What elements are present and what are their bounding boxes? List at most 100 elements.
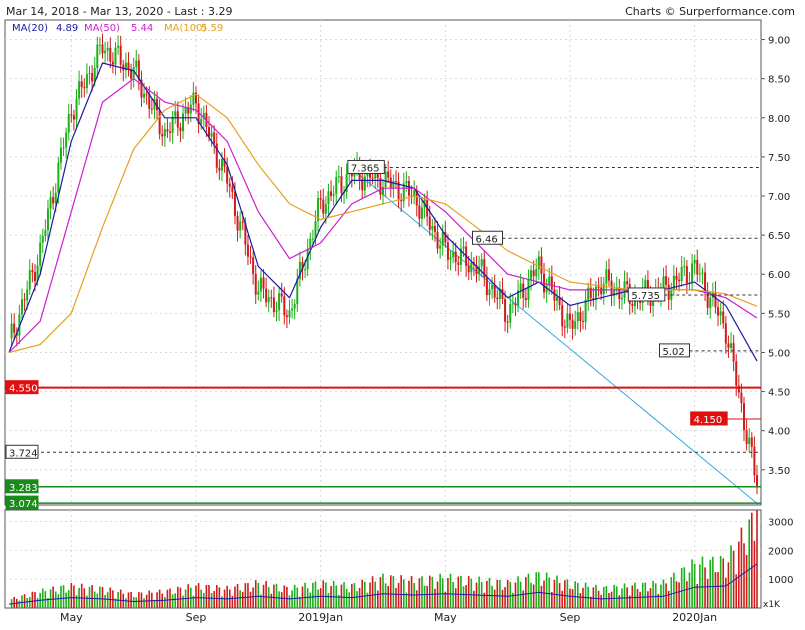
annotation-label: 5.735: [631, 291, 660, 302]
volume-bar: [273, 584, 275, 608]
volume-bar: [636, 588, 639, 608]
candle-body: [530, 270, 533, 280]
volume-bar: [231, 595, 234, 608]
candle-body: [436, 232, 439, 249]
volume-bar: [545, 572, 548, 608]
volume-bar: [462, 586, 465, 608]
candle-body: [143, 93, 146, 98]
candle-body: [311, 238, 314, 240]
candle-body: [535, 269, 538, 277]
candle-body: [293, 304, 296, 309]
candle-body: [163, 129, 166, 137]
volume-bar: [366, 592, 369, 608]
candle-body: [322, 199, 325, 214]
volume-bar: [460, 575, 462, 608]
legend-ma100-value: 5.59: [201, 23, 223, 34]
candle-body: [210, 132, 213, 137]
volume-bar: [610, 591, 613, 608]
time-label: 2020Jan: [672, 611, 717, 624]
candle-body: [446, 242, 449, 260]
candle-body: [46, 208, 49, 231]
volume-bar: [402, 579, 405, 608]
volume-bar: [441, 578, 444, 608]
candle-body: [171, 116, 174, 133]
candle-body: [691, 263, 694, 283]
volume-bar: [447, 577, 449, 608]
volume-bar: [418, 578, 421, 608]
candle-body: [265, 288, 268, 303]
volume-bar: [436, 581, 439, 608]
volume-bar: [756, 510, 758, 608]
candle-body: [576, 312, 579, 322]
candle-body: [756, 475, 758, 487]
candle-body: [59, 147, 62, 163]
candle-body: [20, 299, 23, 315]
volume-bar: [467, 576, 470, 608]
volume-bar: [345, 588, 348, 608]
volume-bar: [309, 592, 312, 608]
time-label: 2019Jan: [298, 611, 343, 624]
volume-bar: [478, 576, 480, 608]
candle-body: [252, 257, 255, 274]
candle-body: [192, 92, 195, 105]
candle-body: [85, 74, 88, 89]
legend: MA(20) 4.89 MA(50) 5.44 MA(100) 5.59: [12, 23, 223, 34]
candle-body: [285, 315, 288, 318]
volume-bar: [667, 590, 670, 608]
volume-bar: [234, 586, 236, 608]
candle-body: [678, 279, 681, 281]
chart-credit: Charts © Surperformance.com: [625, 5, 795, 18]
candle-body: [584, 299, 587, 322]
volume-bar: [361, 579, 364, 608]
candle-body: [246, 244, 249, 257]
volume-bar: [210, 592, 213, 608]
volume-bar: [719, 556, 722, 608]
volume-bar: [213, 591, 215, 608]
candle-body: [33, 272, 36, 282]
volume-bar: [709, 559, 712, 608]
volume-bar: [148, 590, 151, 608]
candle-body: [371, 177, 374, 179]
candle-body: [200, 118, 203, 125]
grid: [4, 19, 762, 609]
candle-body: [288, 310, 291, 318]
candle-body: [291, 308, 294, 311]
candle-body: [41, 235, 44, 243]
volume-bar: [748, 519, 751, 608]
volume-bar: [125, 598, 127, 608]
candle-body: [52, 197, 55, 204]
candle-body: [23, 299, 26, 301]
candle-body: [80, 81, 83, 88]
candle-body: [693, 259, 696, 264]
legend-ma20-label: MA(20): [12, 23, 48, 34]
candle-body: [602, 283, 605, 295]
volume-bar: [140, 592, 143, 608]
volume-bar: [112, 590, 114, 608]
volume-bar: [496, 579, 499, 608]
volume-bar: [693, 563, 696, 608]
volume-bar: [615, 586, 618, 608]
volume-bar: [200, 589, 202, 608]
candle-body: [39, 242, 42, 266]
volume-bar: [179, 587, 182, 608]
volume-bar: [88, 586, 91, 608]
candle-body: [65, 132, 68, 148]
volume-bar: [579, 593, 582, 608]
price-tick-label: 7.50: [768, 153, 790, 164]
candle-body: [101, 44, 104, 54]
annotation-label: 4.150: [694, 415, 723, 426]
candle-body: [581, 320, 584, 322]
volume-bar: [23, 594, 26, 608]
candle-body: [667, 284, 670, 300]
annotation-label: 5.02: [663, 347, 685, 358]
volume-bar: [197, 583, 200, 608]
volume-bar: [543, 580, 545, 608]
candle-body: [54, 192, 57, 204]
volume-bar: [319, 588, 322, 608]
volume-bar: [564, 580, 566, 608]
volume-bar: [353, 582, 356, 608]
candle-body: [49, 197, 52, 209]
volume-bar: [613, 584, 615, 608]
volume-bar: [130, 591, 132, 608]
volume-bar: [143, 598, 145, 608]
